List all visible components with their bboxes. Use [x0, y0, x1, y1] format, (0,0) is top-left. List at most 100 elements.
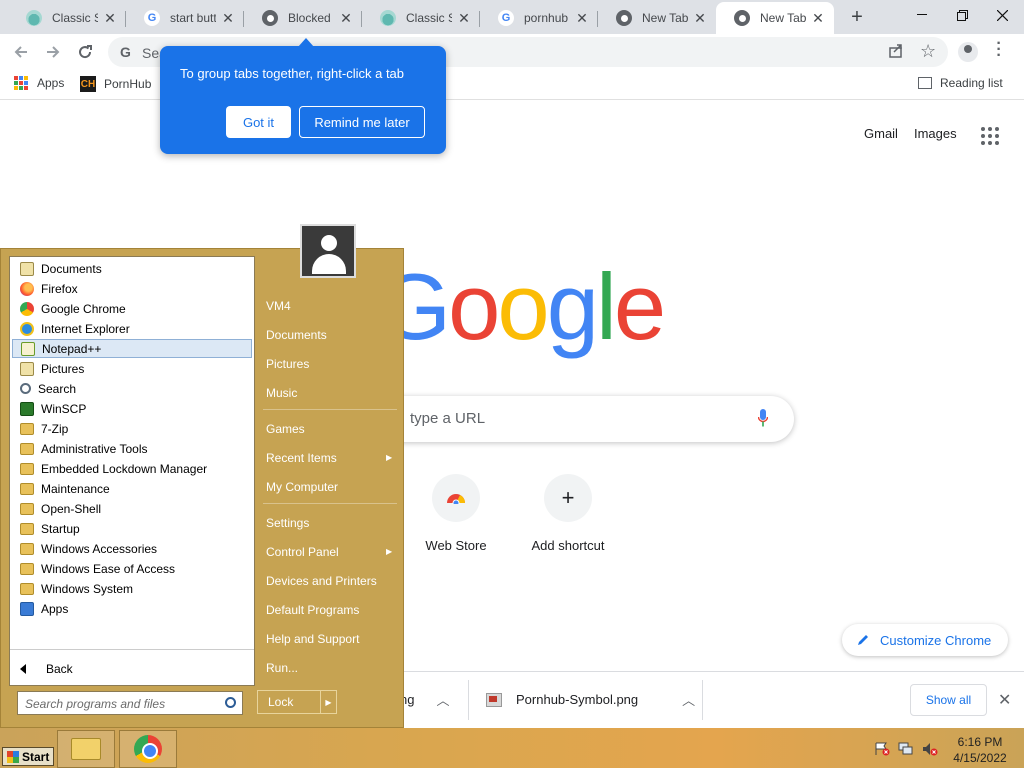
close-tab-icon[interactable]: ✕ [692, 10, 708, 27]
new-tab-button[interactable]: + [846, 6, 868, 28]
customize-label: Customize Chrome [880, 632, 992, 648]
program-item[interactable]: Google Chrome [12, 299, 252, 318]
program-item[interactable]: Documents [12, 259, 252, 278]
start-search-input[interactable]: Search programs and files [17, 691, 243, 715]
program-item[interactable]: Search [12, 379, 252, 398]
bookmark-apps[interactable]: Apps [14, 76, 64, 90]
forward-arrow-icon[interactable] [40, 39, 66, 65]
close-tab-icon[interactable]: ✕ [456, 10, 472, 27]
download-item[interactable]: ng ︿ [400, 690, 449, 709]
back-arrow-icon[interactable] [8, 39, 34, 65]
start-menu-item[interactable]: Help and Support [266, 632, 359, 646]
minimize-button[interactable] [902, 0, 942, 30]
tab[interactable]: New Tab ✕ [598, 2, 716, 34]
clock-date: 4/15/2022 [953, 751, 1007, 765]
start-menu-item[interactable]: Games [266, 422, 305, 436]
action-center-flag-icon[interactable] [874, 742, 890, 756]
program-item[interactable]: Apps [12, 599, 252, 618]
tab-title: New Tab [760, 11, 806, 25]
tab-active[interactable]: New Tab ✕ [716, 2, 834, 34]
program-item[interactable]: Windows Accessories [12, 539, 252, 558]
shortcut-web-store[interactable]: Web Store [406, 474, 506, 553]
program-item[interactable]: Notepad++ [12, 339, 252, 358]
program-item[interactable]: 7-Zip [12, 419, 252, 438]
menu-kebab-icon[interactable]: · · · [994, 36, 1004, 64]
close-tab-icon[interactable]: ✕ [220, 10, 236, 27]
program-item[interactable]: Pictures [12, 359, 252, 378]
show-all-button[interactable]: Show all [910, 684, 987, 716]
program-item[interactable]: Windows System [12, 579, 252, 598]
tab-title: Classic Sh [52, 11, 98, 25]
microphone-icon[interactable] [758, 409, 768, 427]
start-button[interactable]: Start [2, 747, 54, 766]
start-menu-item[interactable]: My Computer [266, 480, 338, 494]
restore-button[interactable] [942, 0, 982, 30]
program-item[interactable]: Firefox [12, 279, 252, 298]
close-tab-icon[interactable]: ✕ [338, 10, 354, 27]
tab[interactable]: Blocked b ✕ [244, 2, 362, 34]
system-clock[interactable]: 6:16 PM 4/15/2022 [945, 734, 1015, 766]
got-it-button[interactable]: Got it [226, 106, 291, 138]
taskbar-explorer[interactable] [57, 730, 115, 768]
shortcut-add[interactable]: + Add shortcut [518, 474, 618, 553]
start-menu-item[interactable]: Run... [266, 661, 298, 675]
start-menu-item[interactable]: Settings [266, 516, 309, 530]
program-item[interactable]: Maintenance [12, 479, 252, 498]
chevron-up-icon[interactable]: ︿ [436, 690, 449, 709]
back-button[interactable]: Back [20, 662, 73, 676]
start-menu-item[interactable]: Default Programs [266, 603, 359, 617]
chrome-icon [616, 10, 632, 26]
google-apps-icon[interactable] [981, 127, 999, 145]
program-item[interactable]: Internet Explorer [12, 319, 252, 338]
start-menu-item[interactable]: Documents [266, 328, 327, 342]
program-item[interactable]: Administrative Tools [12, 439, 252, 458]
images-link[interactable]: Images [914, 126, 957, 141]
reading-list-button[interactable]: Reading list [918, 76, 1003, 90]
start-menu-item[interactable]: VM4 [266, 299, 291, 313]
lock-button[interactable]: Lock ▶ [257, 690, 337, 714]
customize-chrome-button[interactable]: Customize Chrome [842, 624, 1008, 656]
bookmark-star-icon[interactable]: ☆ [920, 41, 936, 62]
profile-avatar-icon[interactable] [958, 42, 978, 62]
folder-icon [20, 462, 34, 475]
reload-icon[interactable] [72, 39, 98, 65]
program-label: Windows Ease of Access [41, 561, 176, 576]
tab[interactable]: G start butto ✕ [126, 2, 244, 34]
close-tab-icon[interactable]: ✕ [574, 10, 590, 27]
user-avatar[interactable] [300, 224, 356, 278]
start-search-placeholder: Search programs and files [25, 697, 166, 711]
start-menu-item[interactable]: Recent Items [266, 451, 337, 465]
program-item[interactable]: Startup [12, 519, 252, 538]
start-menu-item[interactable]: Devices and Printers [266, 574, 377, 588]
volume-muted-icon[interactable] [922, 742, 938, 756]
folder-icon [20, 442, 34, 455]
close-tab-icon[interactable]: ✕ [102, 10, 118, 27]
start-menu-item[interactable]: Pictures [266, 357, 309, 371]
gmail-link[interactable]: Gmail [864, 126, 898, 141]
callout-message: To group tabs together, right-click a ta… [180, 66, 405, 81]
program-item[interactable]: Open-Shell [12, 499, 252, 518]
program-label: Internet Explorer [41, 321, 130, 336]
search-icon[interactable] [225, 697, 236, 708]
close-tab-icon[interactable]: ✕ [810, 10, 826, 27]
remind-later-button[interactable]: Remind me later [299, 106, 425, 138]
download-item[interactable]: Pornhub-Symbol.png ︿ [486, 690, 695, 709]
tab[interactable]: Classic Sh ✕ [362, 2, 480, 34]
tab[interactable]: G pornhub l ✕ [480, 2, 598, 34]
close-window-button[interactable] [982, 0, 1022, 30]
program-item[interactable]: Embedded Lockdown Manager [12, 459, 252, 478]
close-icon[interactable]: ✕ [998, 690, 1011, 710]
taskbar-chrome[interactable] [119, 730, 177, 768]
share-icon[interactable] [888, 43, 904, 59]
network-icon[interactable] [898, 742, 914, 756]
program-item[interactable]: WinSCP [12, 399, 252, 418]
program-item[interactable]: Windows Ease of Access [12, 559, 252, 578]
start-menu-item[interactable]: Music [266, 386, 297, 400]
search-placeholder: type a URL [410, 410, 486, 427]
start-menu-item[interactable]: Control Panel [266, 545, 339, 559]
chevron-right-icon[interactable]: ▶ [320, 691, 336, 713]
tab[interactable]: Classic Sh ✕ [8, 2, 126, 34]
bookmark-pornhub[interactable]: CH PornHub [80, 76, 151, 92]
chevron-up-icon[interactable]: ︿ [682, 690, 695, 709]
web-store-icon [432, 474, 480, 522]
